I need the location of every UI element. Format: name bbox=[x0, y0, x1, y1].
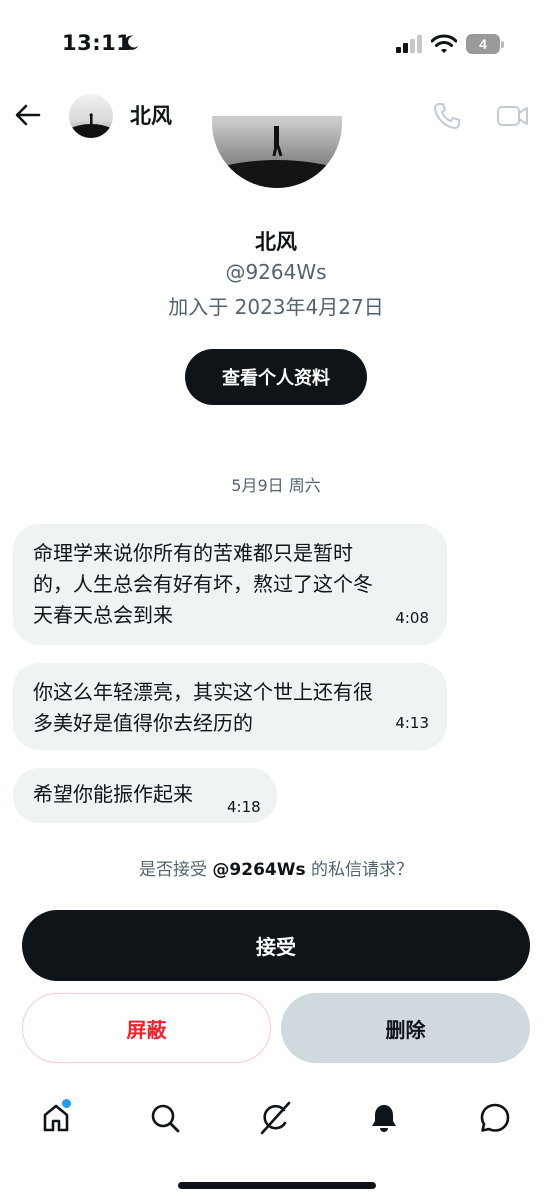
message-time: 4:18 bbox=[227, 798, 261, 816]
profile-name: 北风 bbox=[255, 230, 297, 254]
message-time: 4:13 bbox=[395, 714, 429, 732]
message-text: 你这么年轻漂亮，其实这个世上还有很 多美好是值得你去经历的 bbox=[33, 680, 373, 735]
back-button[interactable] bbox=[12, 99, 44, 131]
accept-button[interactable]: 接受 bbox=[22, 910, 530, 981]
grok-icon bbox=[260, 1101, 291, 1135]
bell-icon bbox=[372, 1105, 396, 1132]
phone-icon[interactable] bbox=[432, 101, 462, 131]
battery-nub bbox=[501, 41, 504, 48]
profile-avatar[interactable] bbox=[212, 116, 342, 188]
wifi-icon bbox=[431, 34, 457, 53]
message-request-prompt: 是否接受 @9264Ws 的私信请求？ bbox=[139, 860, 413, 880]
message-text: 命理学来说你所有的苦难都只是暂时 的，人生总会有好有坏，熬过了这个冬 天春天总会… bbox=[33, 541, 373, 627]
message-time: 4:08 bbox=[395, 609, 429, 627]
chat-bubble-icon bbox=[480, 1103, 510, 1132]
message-bubble[interactable]: 希望你能振作起来 4:18 bbox=[13, 768, 277, 823]
search-icon bbox=[151, 1104, 180, 1133]
header-name: 北风 bbox=[130, 104, 172, 128]
message-text: 希望你能振作起来 bbox=[33, 782, 193, 806]
header-avatar[interactable] bbox=[69, 94, 113, 138]
nav-search[interactable] bbox=[147, 1100, 183, 1136]
delete-button[interactable]: 删除 bbox=[281, 993, 530, 1063]
profile-joined-date: 加入于 2023年4月27日 bbox=[168, 295, 384, 319]
battery-indicator: 4 bbox=[466, 34, 504, 54]
home-indicator bbox=[178, 1182, 376, 1189]
nav-grok[interactable] bbox=[257, 1100, 293, 1136]
arrow-left-icon bbox=[15, 104, 41, 126]
message-bubble[interactable]: 你这么年轻漂亮，其实这个世上还有很 多美好是值得你去经历的 4:13 bbox=[13, 663, 447, 750]
status-time: 13:11 bbox=[62, 31, 132, 55]
home-notification-dot bbox=[62, 1099, 71, 1108]
date-separator: 5月9日 周六 bbox=[231, 476, 321, 495]
profile-handle: @9264Ws bbox=[225, 260, 327, 284]
view-profile-button[interactable]: 查看个人资料 bbox=[185, 349, 367, 405]
cellular-signal-icon bbox=[396, 35, 422, 53]
nav-notifications[interactable] bbox=[366, 1100, 402, 1136]
request-handle: @9264Ws bbox=[212, 860, 306, 880]
video-call-icon[interactable] bbox=[496, 102, 530, 130]
block-button[interactable]: 屏蔽 bbox=[22, 993, 271, 1063]
message-bubble[interactable]: 命理学来说你所有的苦难都只是暂时 的，人生总会有好有坏，熬过了这个冬 天春天总会… bbox=[13, 524, 447, 645]
moon-icon bbox=[124, 35, 139, 50]
nav-messages[interactable] bbox=[477, 1100, 513, 1136]
battery-level: 4 bbox=[466, 34, 500, 54]
